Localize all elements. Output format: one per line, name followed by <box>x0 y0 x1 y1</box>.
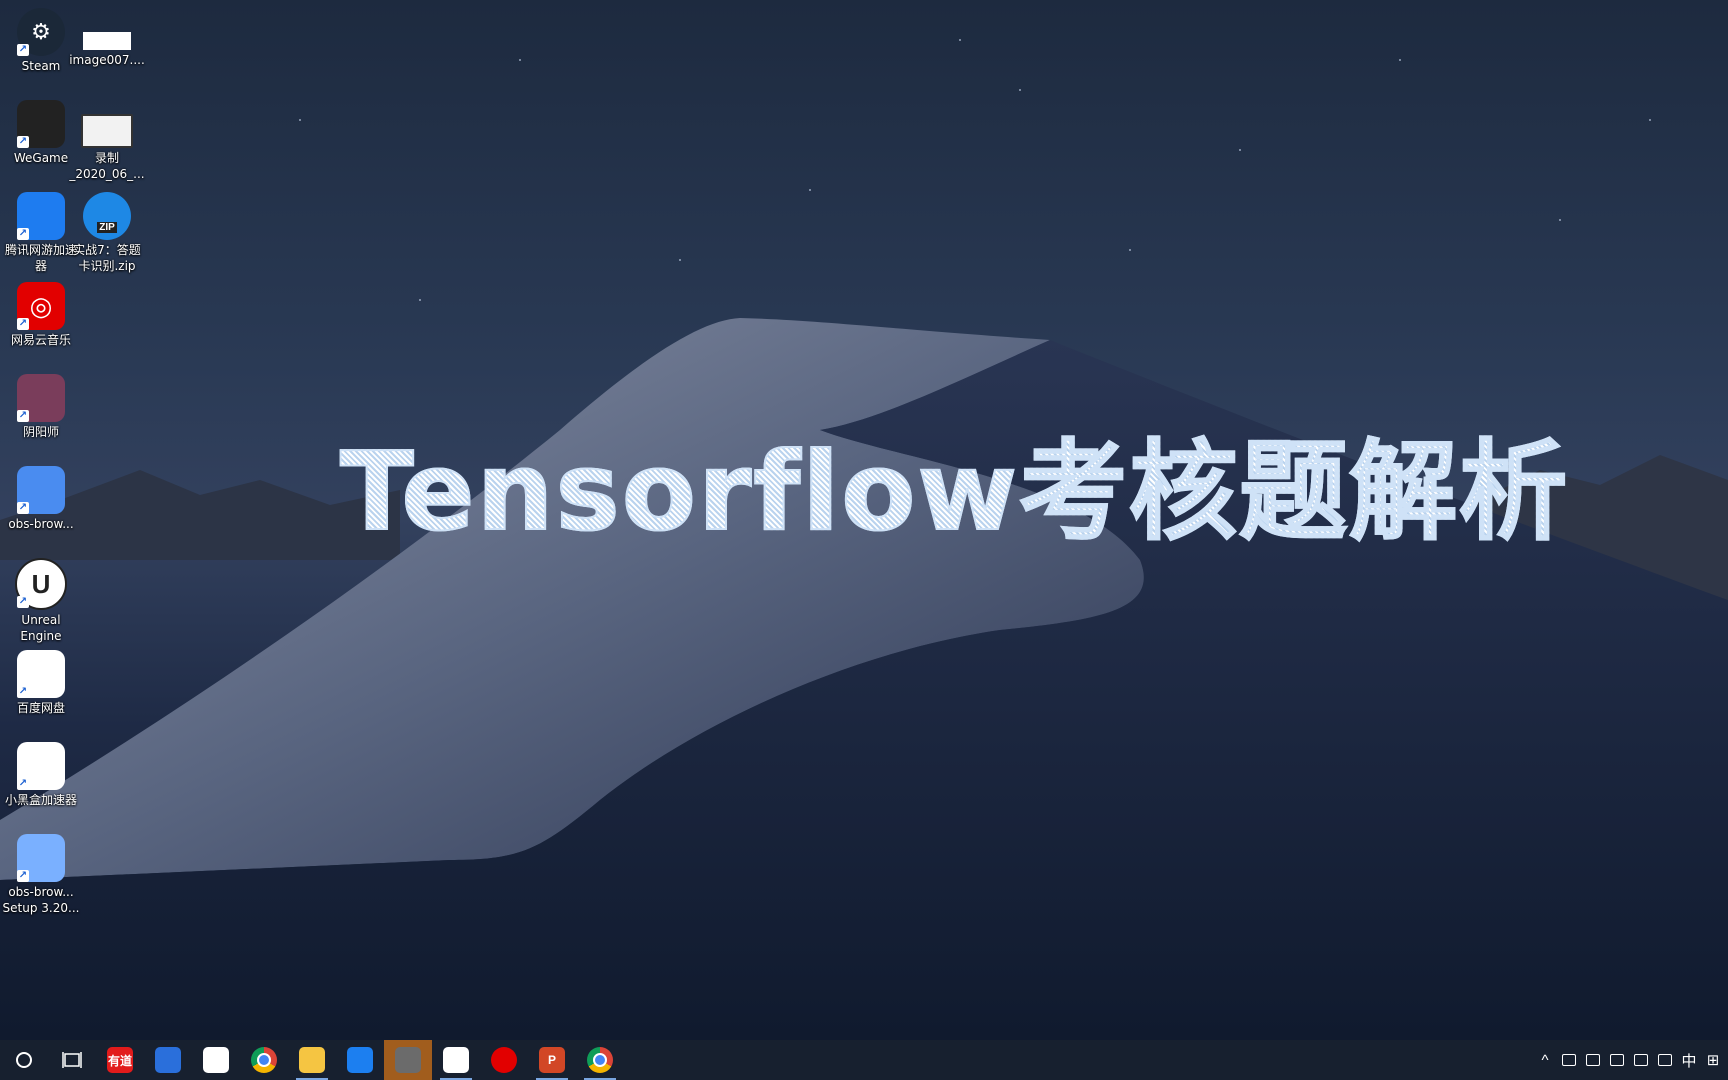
shortcut-arrow-icon: ↗ <box>17 870 29 882</box>
ime-grid-icon[interactable]: ⊞ <box>1704 1051 1722 1069</box>
cloud-icon[interactable] <box>1584 1051 1602 1069</box>
taskbar-app-webcam-app[interactable] <box>384 1040 432 1080</box>
star-app-icon <box>347 1047 373 1073</box>
system-tray: ^ 中 ⊞ <box>1536 1040 1728 1080</box>
desktop-icon-obs-browser[interactable]: ↗ obs-brow... <box>2 466 80 532</box>
baidu-netdisk-icon: ↗ <box>17 650 65 698</box>
installer-box-icon: ↗ <box>17 834 65 882</box>
desktop-icon-onmyoji[interactable]: ↗ 阴阳师 <box>2 374 80 440</box>
unreal-engine-icon: U ↗ <box>15 558 67 610</box>
desktop-icon-recording[interactable]: 录制 _2020_06_... <box>68 100 146 182</box>
taskbar-app-netease-tb[interactable] <box>480 1040 528 1080</box>
search-circle-icon <box>16 1052 32 1068</box>
desktop-icon-label: 录制 _2020_06_... <box>69 151 145 181</box>
ime-language[interactable]: 中 <box>1680 1051 1698 1070</box>
baidu-netdisk-icon <box>443 1047 469 1073</box>
shortcut-arrow-icon: ↗ <box>17 502 29 514</box>
webcam-app-icon <box>395 1047 421 1073</box>
desktop-icon-label: 阴阳师 <box>22 425 59 439</box>
volume-icon[interactable] <box>1632 1051 1650 1069</box>
taskbar-apps: 有道 P <box>96 1040 624 1080</box>
taskbar-app-chrome-2[interactable] <box>576 1040 624 1080</box>
taskbar-app-slides-app[interactable] <box>192 1040 240 1080</box>
desktop-icon-label: 网易云音乐 <box>10 333 71 347</box>
battery-icon[interactable] <box>1608 1051 1626 1069</box>
xiaoheihe-accelerator-icon: ↗ <box>17 742 65 790</box>
desktop-icon-xiaoheihe[interactable]: ↗ 小黑盒加速器 <box>2 742 80 808</box>
file-explorer-icon <box>299 1047 325 1073</box>
taskbar: 有道 P ^ 中 ⊞ <box>0 1040 1728 1080</box>
search-button[interactable] <box>0 1040 48 1080</box>
desktop-icon-obs-setup[interactable]: ↗ obs-brow... Setup 3.20... <box>2 834 80 916</box>
chevron-up-icon[interactable]: ^ <box>1536 1051 1554 1069</box>
shortcut-arrow-icon: ↗ <box>17 686 29 698</box>
desktop-icon-image007[interactable]: image007.... <box>68 8 146 68</box>
desktop-icon-label: 小黑盒加速器 <box>4 793 77 807</box>
shortcut-arrow-icon: ↗ <box>17 410 29 422</box>
desktop-icon-unreal[interactable]: U ↗ Unreal Engine <box>2 558 80 644</box>
chrome-icon <box>587 1047 613 1073</box>
video-file-icon <box>81 114 133 148</box>
shortcut-arrow-icon: ↗ <box>17 596 29 608</box>
overlay-title: Tensorflow考核题解析 <box>339 405 1569 561</box>
desktop: ⚙ ↗ Steam image007.... ↗ WeGame 录制 _2020_06_..… <box>0 0 1728 1040</box>
security-shield-icon[interactable] <box>1560 1051 1578 1069</box>
taskbar-app-powerpoint[interactable]: P <box>528 1040 576 1080</box>
network-icon[interactable] <box>1656 1051 1674 1069</box>
chrome-icon <box>251 1047 277 1073</box>
desktop-icon-label: Unreal Engine <box>20 613 62 643</box>
netease-music-icon <box>491 1047 517 1073</box>
task-view-button[interactable] <box>48 1040 96 1080</box>
docker-icon <box>155 1047 181 1073</box>
shortcut-arrow-icon: ↗ <box>17 44 29 56</box>
image-file-icon <box>83 32 131 50</box>
zip-archive-icon: ZIP <box>83 192 131 240</box>
desktop-icon-label: obs-brow... <box>8 517 74 531</box>
desktop-icon-baidu-pan[interactable]: ↗ 百度网盘 <box>2 650 80 716</box>
tencent-accelerator-icon: ↗ <box>17 192 65 240</box>
netease-music-icon: ◎ ↗ <box>17 282 65 330</box>
wegame-icon: ↗ <box>17 100 65 148</box>
presentation-app-icon <box>203 1047 229 1073</box>
taskbar-app-explorer[interactable] <box>288 1040 336 1080</box>
powerpoint-icon: P <box>539 1047 565 1073</box>
steam-icon: ⚙ ↗ <box>17 8 65 56</box>
desktop-icon-label: 百度网盘 <box>16 701 65 715</box>
taskbar-app-blue-star[interactable] <box>336 1040 384 1080</box>
youdao-dictionary-icon: 有道 <box>107 1047 133 1073</box>
taskbar-app-youdao[interactable]: 有道 <box>96 1040 144 1080</box>
shortcut-arrow-icon: ↗ <box>17 136 29 148</box>
desktop-icon-label: obs-brow... Setup 3.20... <box>2 885 80 915</box>
taskbar-app-docker[interactable] <box>144 1040 192 1080</box>
desktop-icon-zip[interactable]: ZIP 实战7：答题 卡识别.zip <box>68 192 146 274</box>
task-view-icon <box>62 1052 82 1068</box>
desktop-icon-label: 实战7：答题 卡识别.zip <box>73 243 141 273</box>
shortcut-arrow-icon: ↗ <box>17 318 29 330</box>
taskbar-app-baidu-pan-tb[interactable] <box>432 1040 480 1080</box>
taskbar-app-chrome-1[interactable] <box>240 1040 288 1080</box>
desktop-icon-netease-music[interactable]: ◎ ↗ 网易云音乐 <box>2 282 80 348</box>
onmyoji-icon: ↗ <box>17 374 65 422</box>
shortcut-arrow-icon: ↗ <box>17 778 29 790</box>
cloud-upload-icon: ↗ <box>17 466 65 514</box>
desktop-icon-label: image007.... <box>69 53 145 67</box>
shortcut-arrow-icon: ↗ <box>17 228 29 240</box>
